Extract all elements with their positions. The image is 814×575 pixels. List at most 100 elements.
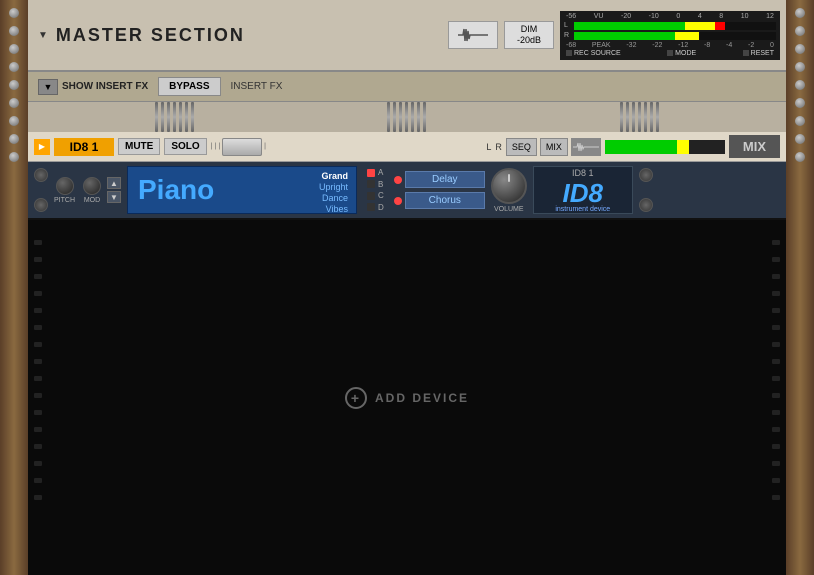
rack-screw — [9, 134, 19, 144]
insert-fx-label: INSERT FX — [231, 81, 283, 92]
id8-instrument-device: instrument device — [555, 206, 610, 213]
id8-arrow-up[interactable]: ▲ — [107, 177, 121, 189]
fader-line — [656, 102, 659, 132]
rack-screw — [795, 44, 805, 54]
track-play-button[interactable]: ▶ — [34, 139, 50, 155]
waveform-mini — [571, 138, 601, 156]
rack-screw — [9, 62, 19, 72]
fader-line — [399, 102, 402, 132]
seq-button[interactable]: SEQ — [506, 138, 537, 156]
pitch-knob[interactable] — [56, 177, 74, 195]
fader-line — [632, 102, 635, 132]
add-device-button[interactable]: + ADD DEVICE — [345, 387, 469, 409]
empty-rack-area: + ADD DEVICE — [28, 220, 786, 575]
insert-fx-area: ▼ SHOW INSERT FX BYPASS INSERT FX — [28, 72, 786, 132]
preset-dance[interactable]: Dance — [319, 193, 348, 203]
volume-knob-area: VOLUME — [491, 166, 527, 214]
rack-right — [786, 0, 814, 575]
rack-holes-left — [28, 220, 48, 575]
rack-screw — [795, 8, 805, 18]
fader-line — [155, 102, 158, 132]
dim-button[interactable]: DIM -20dB — [504, 21, 554, 49]
bypass-button[interactable]: BYPASS — [158, 77, 220, 96]
rack-left — [0, 0, 28, 575]
id8-corner-btn-bl[interactable] — [34, 198, 48, 212]
volume-knob[interactable] — [491, 168, 527, 204]
id8-arrow-down[interactable]: ▼ — [107, 191, 121, 203]
reset-dot — [743, 50, 749, 56]
master-section-title: MASTER SECTION — [56, 25, 245, 46]
mute-button[interactable]: MUTE — [118, 138, 160, 155]
vu-scale: -56 VU -20 -10 0 4 8 10 12 — [564, 13, 776, 20]
id8-logo-section: ID8 1 ID8 instrument device — [533, 166, 633, 214]
show-insert-arrow[interactable]: ▼ — [38, 79, 58, 95]
pitch-label: PITCH — [54, 197, 75, 204]
fader-line — [167, 102, 170, 132]
fader-line — [173, 102, 176, 132]
r-label: R — [495, 142, 502, 152]
mix-button[interactable]: MIX — [729, 135, 780, 158]
mode-dot — [667, 50, 673, 56]
delay-led — [394, 176, 402, 184]
track-name: ID8 1 — [54, 138, 114, 156]
rack-screw — [795, 152, 805, 162]
track-fader[interactable] — [222, 138, 262, 156]
vu-controls: REC SOURCE MODE RESET — [564, 49, 776, 58]
rack-screw — [9, 8, 19, 18]
volume-label: VOLUME — [494, 206, 524, 213]
fader-line — [191, 102, 194, 132]
fader-line — [393, 102, 396, 132]
fader-line — [626, 102, 629, 132]
preset-upright[interactable]: Upright — [319, 182, 348, 192]
rack-screw — [9, 44, 19, 54]
fader-line — [387, 102, 390, 132]
id8-corner-btn-br[interactable] — [639, 198, 653, 212]
chorus-button[interactable]: Chorus — [405, 192, 485, 209]
fader-group-3 — [620, 102, 659, 132]
chorus-led — [394, 197, 402, 205]
channel-indicators: A B C D — [363, 166, 388, 214]
rack-screw — [795, 80, 805, 90]
mix-mini-button[interactable]: MIX — [540, 138, 568, 156]
preset-grand[interactable]: Grand — [319, 171, 348, 181]
add-device-label: ADD DEVICE — [375, 391, 469, 405]
id8-nav-arrows: ▲ ▼ — [107, 166, 121, 214]
id8-corner-btn-tr[interactable] — [639, 168, 653, 182]
solo-button[interactable]: SOLO — [164, 138, 206, 155]
chorus-fx: Chorus — [394, 192, 485, 209]
preset-vibes[interactable]: Vibes — [319, 204, 348, 214]
ch-d-led — [367, 203, 375, 211]
waveform-button[interactable] — [448, 21, 498, 49]
id8-corner-btn-tl[interactable] — [34, 168, 48, 182]
vu-peak-scale: -68 PEAK -32 -22 -12 -8 -4 -2 0 — [564, 42, 776, 49]
collapse-icon[interactable]: ▼ — [38, 30, 48, 41]
mode-label: MODE — [675, 50, 696, 57]
piano-display: Piano Grand Upright Dance Vibes — [127, 166, 357, 214]
add-device-icon: + — [345, 387, 367, 409]
fader-line — [161, 102, 164, 132]
fx-buttons: Delay Chorus — [394, 166, 485, 214]
ch-c-led — [367, 192, 375, 200]
master-left: ▼ MASTER SECTION — [28, 0, 448, 70]
track-vu-mini — [605, 140, 725, 154]
fader-line — [179, 102, 182, 132]
id8-strip: PITCH MOD ▲ ▼ Piano Grand Upright Dance … — [28, 162, 786, 220]
fader-line — [185, 102, 188, 132]
fader-line — [405, 102, 408, 132]
pitch-mod-area: PITCH MOD — [54, 166, 101, 214]
fader-line — [638, 102, 641, 132]
track-strip: ▶ ID8 1 MUTE SOLO | | | | L R SEQ MIX MI… — [28, 132, 786, 162]
rack-screw — [795, 98, 805, 108]
delay-button[interactable]: Delay — [405, 171, 485, 188]
mod-knob[interactable] — [83, 177, 101, 195]
vu-bars: L R — [564, 20, 776, 42]
insert-fx-toggle[interactable]: ▼ SHOW INSERT FX — [38, 79, 148, 95]
rack-screw — [9, 26, 19, 36]
fader-line — [620, 102, 623, 132]
id8-logo: ID8 — [563, 180, 603, 206]
track-mini-btns: SEQ MIX — [506, 138, 601, 156]
master-right: DIM -20dB -56 VU -20 -10 0 4 8 10 12 L — [448, 0, 786, 70]
mod-label: MOD — [84, 197, 100, 204]
rec-source-dot — [566, 50, 572, 56]
l-label: L — [486, 142, 491, 152]
